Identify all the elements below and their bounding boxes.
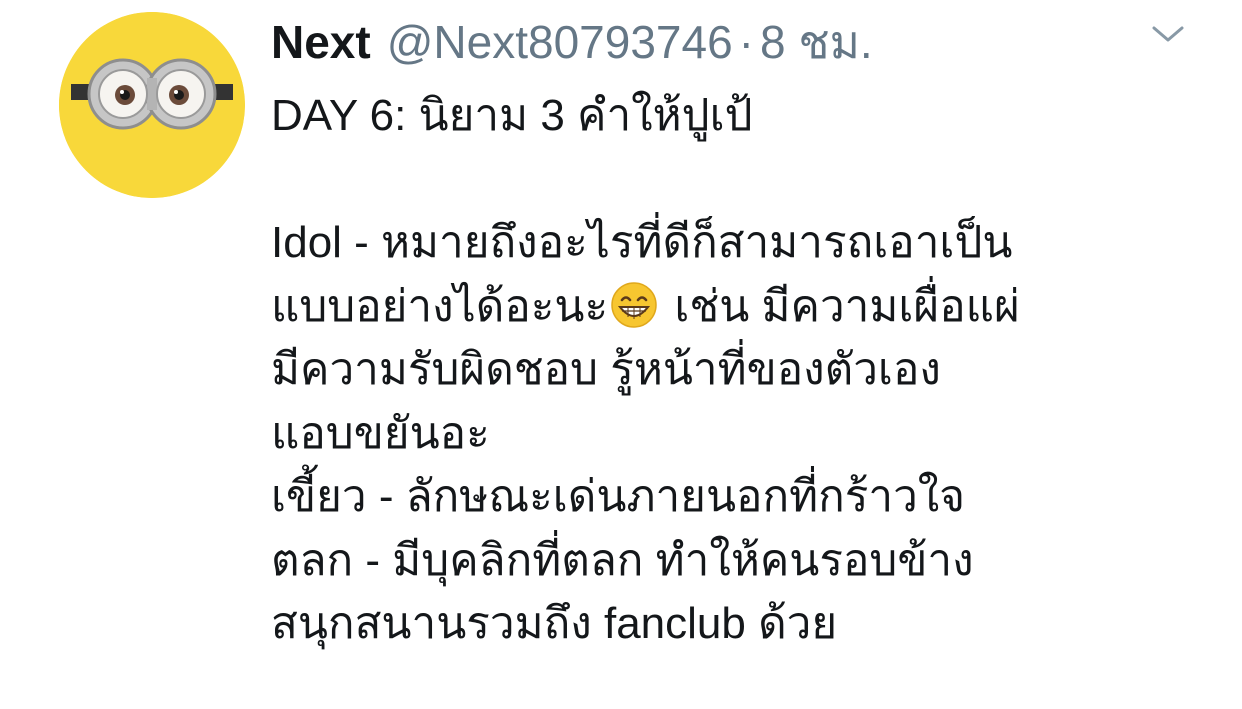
tweet-card[interactable]: Next @Next80793746 · 8 ชม. DAY 6: นิยาม …	[0, 0, 1242, 709]
display-name[interactable]: Next	[271, 15, 371, 69]
tweet-text: DAY 6: นิยาม 3 คำให้ปูเป้ Idol - หมายถึง…	[271, 84, 1211, 656]
tweet-header: Next @Next80793746 · 8 ชม.	[271, 6, 873, 69]
grinning-face-emoji-icon	[610, 281, 658, 329]
tweet-menu-button[interactable]	[1148, 20, 1188, 48]
tweet-text-line: แบบอย่างได้อะนะ เช่น มีความเผื่อแผ่	[271, 275, 1211, 339]
tweet-text-line: ตลก - มีบุคลิกที่ตลก ทำให้คนรอบข้าง	[271, 535, 974, 585]
tweet-text-segment: แบบอย่างได้อะนะ	[271, 281, 609, 331]
paragraph-break	[271, 148, 1211, 212]
tweet-text-line: มีความรับผิดชอบ รู้หน้าที่ของตัวเอง	[271, 345, 941, 394]
chevron-down-icon	[1152, 26, 1184, 42]
tweet-text-line: Idol - หมายถึงอะไรที่ดีก็สามารถเอาเป็น	[271, 218, 1013, 267]
timestamp[interactable]: 8 ชม.	[760, 6, 873, 79]
separator-dot: ·	[738, 16, 754, 68]
tweet-text-line: DAY 6: นิยาม 3 คำให้ปูเป้	[271, 91, 753, 140]
user-handle[interactable]: @Next80793746	[387, 15, 733, 69]
tweet-text-segment: เช่น มีความเผื่อแผ่	[662, 281, 1020, 331]
tweet-text-line: เขี้ยว - ลักษณะเด่นภายนอกที่กร้าวใจ	[271, 472, 966, 521]
minion-goggles-avatar-icon	[59, 12, 245, 198]
tweet-text-line: สนุกสนานรวมถึง fanclub ด้วย	[271, 599, 838, 648]
avatar[interactable]	[59, 12, 245, 198]
tweet-text-line: แอบขยันอะ	[271, 408, 490, 458]
